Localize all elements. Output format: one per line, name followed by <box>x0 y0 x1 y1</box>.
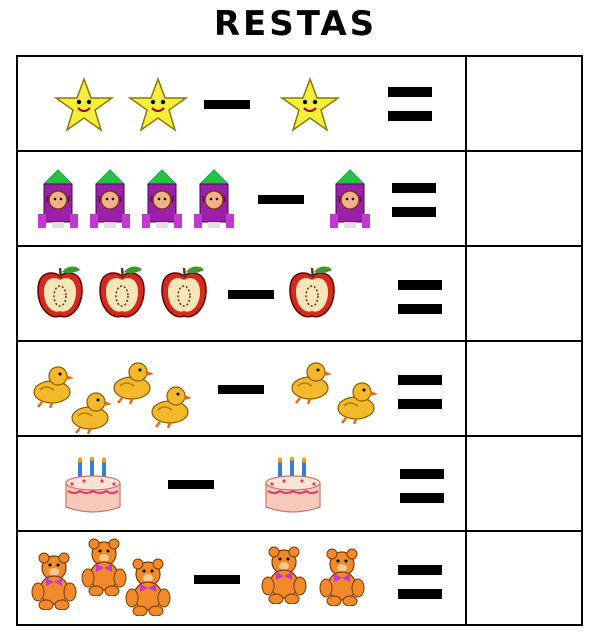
minus-sign <box>168 480 214 489</box>
equals-sign <box>400 469 444 503</box>
equals-sign <box>398 375 442 409</box>
cake-icon <box>262 457 324 515</box>
exercise-row <box>18 532 581 627</box>
exercise-row <box>18 247 581 342</box>
apple-icon <box>34 264 86 322</box>
exercise-row <box>18 342 581 437</box>
apple-icon <box>158 264 210 322</box>
rocket-icon <box>142 168 182 230</box>
duck-icon <box>332 378 378 424</box>
teddy-bear-icon <box>316 548 368 606</box>
answer-box[interactable] <box>467 532 581 627</box>
minus-sign <box>258 195 304 204</box>
teddy-bear-icon <box>258 546 310 604</box>
answer-box[interactable] <box>467 342 581 435</box>
minus-sign <box>228 290 274 299</box>
page-title: RESTAS <box>213 4 378 44</box>
equals-sign <box>388 87 432 121</box>
exercise-table <box>16 55 583 626</box>
rocket-icon <box>90 168 130 230</box>
star-icon <box>54 77 114 133</box>
apple-icon <box>286 264 338 322</box>
answer-box[interactable] <box>467 437 581 530</box>
answer-box[interactable] <box>467 57 581 150</box>
star-icon <box>128 77 188 133</box>
equals-sign <box>398 565 442 599</box>
exercise-row <box>18 152 581 247</box>
cake-icon <box>62 457 124 515</box>
rocket-icon <box>38 168 78 230</box>
exercise-row <box>18 437 581 532</box>
duck-icon <box>286 358 332 404</box>
rocket-icon <box>194 168 234 230</box>
answer-box[interactable] <box>467 247 581 340</box>
minus-sign <box>204 100 250 109</box>
teddy-bear-icon <box>28 552 80 610</box>
apple-icon <box>96 264 148 322</box>
answer-box[interactable] <box>467 152 581 245</box>
teddy-bear-icon <box>122 558 174 616</box>
duck-icon <box>146 382 192 428</box>
minus-sign <box>218 385 264 394</box>
equals-sign <box>392 183 436 217</box>
exercise-row <box>18 57 581 152</box>
minus-sign <box>194 575 240 584</box>
star-icon <box>280 77 340 133</box>
equals-sign <box>398 280 442 314</box>
duck-icon <box>66 388 112 434</box>
rocket-icon <box>330 168 370 230</box>
